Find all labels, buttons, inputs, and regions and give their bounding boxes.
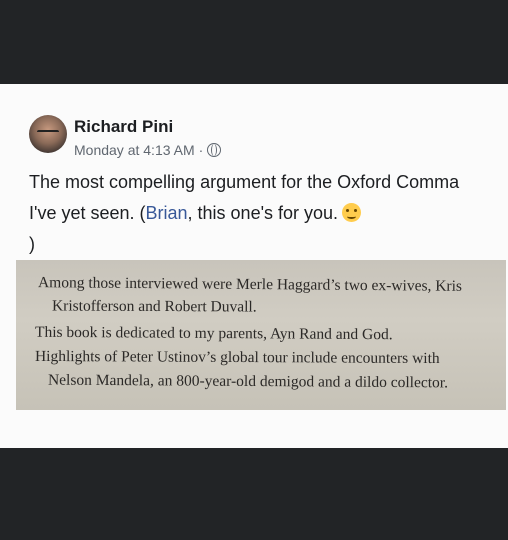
- mention-link[interactable]: Brian: [146, 203, 188, 223]
- book-line: Among those interviewed were Merle Hagga…: [37, 274, 463, 295]
- book-line: Kristofferson and Robert Duvall.: [51, 297, 257, 316]
- book-line: Nelson Mandela, an 800-year-old demigod …: [47, 371, 449, 392]
- winking-face-icon: [342, 203, 362, 222]
- timestamp[interactable]: Monday at 4:13 AM: [74, 142, 195, 158]
- book-line: This book is dedicated to my parents, Ay…: [34, 323, 393, 344]
- post-text: The most compelling argument for the Oxf…: [29, 167, 484, 260]
- separator: ·: [198, 142, 204, 158]
- globe-icon[interactable]: [207, 143, 222, 157]
- post-text-end: , this one's for you.: [187, 203, 339, 223]
- author-name[interactable]: Richard Pini: [74, 117, 173, 137]
- post-text-closing: ): [29, 234, 35, 254]
- avatar[interactable]: [29, 115, 67, 153]
- post-meta: Monday at 4:13 AM ·: [74, 142, 222, 158]
- book-line: Highlights of Peter Ustinov’s global tou…: [34, 347, 440, 368]
